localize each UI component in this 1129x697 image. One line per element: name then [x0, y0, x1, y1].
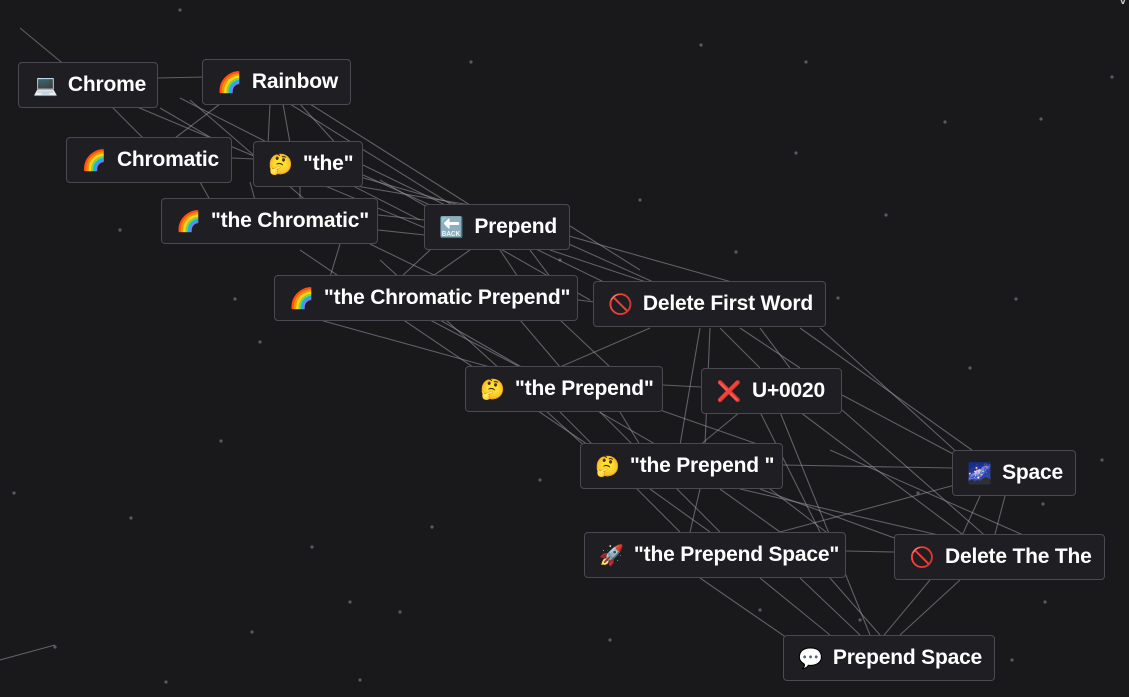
connection-line [619, 411, 641, 446]
connection-line [899, 579, 961, 636]
element-label: Chromatic [116, 148, 219, 171]
connection-line [994, 495, 1006, 535]
element-prepend[interactable]: 🔙 Prepend [424, 204, 570, 250]
galaxy-icon: 🌌 [967, 461, 993, 485]
connection-line [329, 243, 341, 278]
connection-line [829, 577, 881, 636]
element-the-prepend-space[interactable]: 🚀 "the Prepend Space" [584, 532, 846, 578]
speech-bubble-icon: 💬 [798, 646, 823, 670]
element-label: Delete The The [945, 545, 1092, 568]
element-delete-the-the[interactable]: 🚫 Delete The The [894, 534, 1105, 580]
element-chrome[interactable]: 💻 Chrome [18, 62, 158, 108]
element-rainbow[interactable]: 🌈 Rainbow [202, 59, 351, 105]
connection-line [519, 319, 561, 368]
element-the-chromatic-prepend[interactable]: 🌈 "the Chromatic Prepend" [274, 275, 578, 321]
thinking-face-icon: 🤔 [268, 152, 293, 176]
connection-line [659, 409, 761, 446]
element-label: "the Prepend " [629, 454, 775, 477]
crafting-canvas[interactable]: 💻 Chrome 🌈 Rainbow 🌈 Chromatic 🤔 "the" 🌈… [0, 0, 1129, 697]
connection-line [377, 214, 426, 221]
element-label: "the" [302, 152, 354, 175]
connection-line [231, 157, 255, 160]
element-the-prepend[interactable]: 🤔 "the Prepend" [465, 366, 663, 412]
rainbow-icon: 🌈 [289, 286, 314, 310]
element-the-prepend-trailing[interactable]: 🤔 "the Prepend " [580, 443, 783, 489]
connection-line [377, 229, 426, 236]
cross-mark-icon: ❌ [716, 379, 742, 403]
connection-line [559, 319, 611, 368]
element-delete-first-word[interactable]: 🚫 Delete First Word [593, 281, 826, 327]
prohibited-icon: 🚫 [608, 292, 633, 316]
connection-lines [0, 27, 1081, 661]
element-chromatic[interactable]: 🌈 Chromatic [66, 137, 232, 183]
rainbow-icon: 🌈 [176, 209, 201, 233]
connection-line [267, 103, 271, 146]
element-label: "the Prepend" [514, 377, 654, 400]
connection-line [159, 107, 216, 141]
rocket-icon: 🚀 [599, 543, 624, 567]
connection-line [282, 103, 291, 144]
connection-line [759, 327, 791, 369]
rainbow-icon: 🌈 [81, 148, 107, 172]
connection-line [399, 249, 431, 279]
connection-line [157, 76, 206, 79]
element-space[interactable]: 🌌 Space [952, 450, 1076, 496]
connection-line [19, 27, 67, 67]
connection-line [845, 550, 895, 553]
connection-line [699, 577, 791, 641]
connection-line [559, 327, 651, 368]
connection-line [109, 104, 146, 141]
thinking-face-icon: 🤔 [480, 377, 505, 401]
element-label: "the Chromatic Prepend" [323, 286, 571, 309]
element-prepend-space[interactable]: 💬 Prepend Space [783, 635, 995, 681]
back-arrow-icon: 🔙 [439, 215, 465, 239]
connection-line [429, 249, 471, 279]
connection-line [719, 488, 781, 533]
element-the[interactable]: 🤔 "the" [253, 141, 363, 187]
element-u0020[interactable]: ❌ U+0020 [701, 368, 842, 414]
connection-line [0, 644, 56, 661]
connection-line [662, 384, 702, 388]
element-label: Prepend [474, 215, 557, 238]
connection-line [319, 319, 491, 368]
element-label: Chrome [67, 73, 147, 96]
element-label: "the Prepend Space" [633, 543, 840, 566]
element-label: Space [1002, 461, 1063, 484]
element-label: Rainbow [251, 70, 339, 93]
corner-glyph: v [1118, 0, 1127, 8]
connection-line [429, 319, 521, 368]
prohibited-icon: 🚫 [909, 545, 935, 569]
element-label: U+0020 [752, 379, 825, 402]
element-the-chromatic[interactable]: 🌈 "the Chromatic" [161, 198, 378, 244]
rainbow-icon: 🌈 [217, 70, 242, 94]
element-label: Delete First Word [642, 292, 813, 315]
element-label: "the Chromatic" [210, 209, 370, 232]
element-label: Prepend Space [832, 646, 983, 669]
thinking-face-icon: 🤔 [595, 454, 620, 478]
connection-line [739, 327, 801, 369]
connection-line [719, 327, 761, 369]
connection-line [569, 225, 641, 271]
laptop-icon: 💻 [33, 73, 58, 97]
